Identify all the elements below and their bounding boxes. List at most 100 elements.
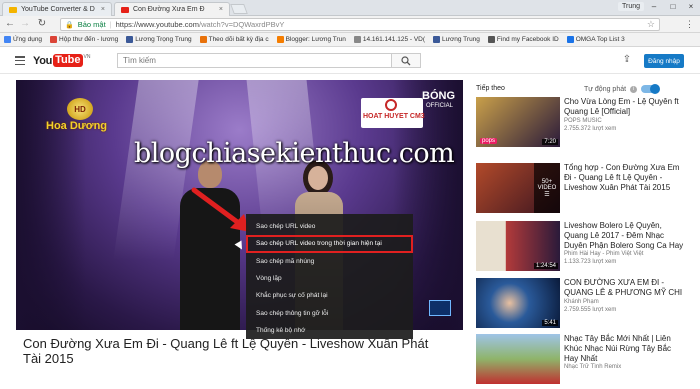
video-thumbnail[interactable]: 5:41	[476, 278, 560, 328]
view-count: 1.133.723 lượt xem	[564, 259, 617, 265]
address-bar[interactable]: 🔒 Bảo mật | https://www.youtube.com/watc…	[60, 18, 660, 31]
up-next-item[interactable]: 50+ VIDEO ☰ Tổng hợp - Con Đường Xưa Em …	[476, 163, 688, 218]
video-context-menu: Sao chép URL video Sao chép URL video tr…	[246, 214, 413, 339]
maximize-icon[interactable]: □	[664, 0, 682, 12]
video-title: Con Đường Xưa Em Đi - Quang Lê ft Lệ Quy…	[23, 336, 429, 366]
playlist-overlay: 50+ VIDEO ☰	[534, 163, 560, 213]
video-thumbnail[interactable]	[476, 334, 560, 384]
bookmark-label: Hộp thư đến - lương	[59, 36, 119, 43]
up-next-item[interactable]: 5:41 CON ĐƯỜNG XƯA EM ĐI -QUANG LÊ & PHƯ…	[476, 278, 688, 333]
show-logo-big-text: BÓNG	[422, 90, 455, 102]
bookmark-item[interactable]: Find my Facebook ID	[487, 36, 559, 43]
close-window-icon[interactable]: ×	[682, 0, 700, 12]
show-logo-small-text: OFFICIAL	[426, 103, 454, 109]
bookmark-item[interactable]: Lương Trung	[433, 36, 480, 43]
back-arrow-icon[interactable]: ←	[4, 18, 16, 30]
bookmark-label: Lương Trung	[442, 36, 480, 43]
up-next-item[interactable]: pops 7:20 Cho Vừa Lòng Em - Lệ Quyên ft …	[476, 97, 688, 152]
playlist-count: 50+ VIDEO	[537, 178, 557, 191]
autoplay-label: Tự động phát	[584, 85, 627, 93]
video-title[interactable]: Cho Vừa Lòng Em - Lệ Quyên ft Quang Lê […	[564, 97, 686, 117]
bookmark-item[interactable]: 14.161.141.125 - VD(	[353, 36, 426, 43]
video-title[interactable]: Nhạc Tây Bắc Mới Nhất | Liên Khúc Nhạc N…	[564, 334, 686, 364]
page-icon	[566, 36, 574, 43]
search-button[interactable]	[392, 53, 421, 68]
up-next-item[interactable]: Nhạc Tây Bắc Mới Nhất | Liên Khúc Nhạc N…	[476, 334, 688, 389]
hd-badge: HD	[67, 98, 93, 120]
menu-item-copy-embed-code[interactable]: Sao chép mã nhúng	[246, 253, 413, 270]
forward-arrow-icon[interactable]: →	[19, 18, 31, 30]
youtube-logo[interactable]: You Tube VN	[33, 54, 90, 67]
bookmark-item[interactable]: Hộp thư đến - lương	[50, 36, 118, 43]
show-logo: HOAT HUYET CM3	[361, 98, 425, 128]
video-title[interactable]: Liveshow Bolero Lệ Quyên, Quang Lê 2017 …	[564, 221, 686, 251]
menu-item-copy-video-url[interactable]: Sao chép URL video	[246, 218, 413, 235]
tab-label: YouTube Converter & D	[21, 6, 95, 13]
url-path: /watch?v=DQWaxrdPBvY	[198, 20, 285, 29]
autoplay-toggle[interactable]	[641, 84, 661, 94]
up-next-item[interactable]: 1:24:54 Liveshow Bolero Lệ Quyên, Quang …	[476, 221, 688, 276]
upload-icon[interactable]: ⇪	[621, 54, 633, 67]
info-icon[interactable]: i	[630, 85, 638, 93]
bookmark-item[interactable]: Blogger: Lương Trun	[276, 36, 346, 43]
menu-item-copy-debug-info[interactable]: Sao chép thông tin gỡ lỗi	[246, 304, 413, 321]
minimize-icon[interactable]: –	[645, 0, 663, 12]
browser-menu-icon[interactable]: ⋮	[685, 19, 694, 30]
channel-logo-text: Hoa Dương	[46, 120, 108, 132]
profile-chip[interactable]: Trung	[617, 2, 644, 11]
gmail-icon	[50, 36, 58, 43]
url-host: https://www.youtube.com	[115, 20, 199, 29]
youtube-favicon-icon	[121, 6, 129, 13]
video-title[interactable]: Tổng hợp - Con Đường Xưa Em Đi - Quang L…	[564, 163, 686, 193]
channel-name[interactable]: Khánh Phạm	[564, 299, 599, 305]
bookmark-label: Find my Facebook ID	[496, 36, 559, 43]
page-icon	[353, 36, 361, 43]
facebook-icon	[433, 36, 441, 43]
bookmark-label: 14.161.141.125 - VD(	[362, 36, 426, 43]
menu-item-loop[interactable]: Vòng lặp	[246, 270, 413, 287]
browser-toolbar: ← → ↻ 🔒 Bảo mật | https://www.youtube.co…	[0, 16, 700, 33]
menu-item-copy-video-url-at-time[interactable]: Sao chép URL video trong thời gian hiện …	[246, 235, 413, 253]
url-text: https://www.youtube.com/watch?v=DQWaxrdP…	[116, 20, 285, 29]
tab-label: Con Đường Xưa Em Đ	[133, 6, 205, 13]
tab-youtube-video[interactable]: Con Đường Xưa Em Đ ×	[114, 2, 230, 16]
show-logo-subtext: HOAT HUYET CM3	[363, 113, 425, 120]
search-input[interactable]: Tìm kiếm	[117, 53, 392, 68]
secure-label: Bảo mật	[77, 20, 106, 29]
bookmark-item[interactable]: Theo dõi bất kỳ địa c	[199, 36, 269, 43]
video-thumbnail[interactable]: 50+ VIDEO ☰	[476, 163, 560, 213]
bookmark-label: OMGA Top List 3	[575, 36, 625, 43]
male-singer	[180, 150, 240, 330]
hamburger-menu-icon[interactable]	[15, 56, 25, 65]
sign-in-button[interactable]: Đăng nhập	[644, 54, 684, 68]
pops-badge: pops	[480, 138, 498, 144]
tab-youtube-converter[interactable]: YouTube Converter & D ×	[2, 2, 112, 16]
channel-logo: HD Hoa Dương	[46, 98, 116, 138]
logo-tube-text: Tube	[53, 54, 83, 67]
reload-icon[interactable]: ↻	[36, 18, 48, 30]
bookmark-label: Blogger: Lương Trun	[285, 36, 346, 43]
playlist-icon: ☰	[544, 191, 550, 198]
video-thumbnail[interactable]: 1:24:54	[476, 221, 560, 271]
tab-close-icon[interactable]: ×	[219, 6, 223, 13]
channel-name[interactable]: Phim Hài Hay - Phim Việt Việt	[564, 251, 643, 257]
bookmark-item[interactable]: Lương Trọng Trung	[126, 36, 192, 43]
bookmark-icon	[199, 36, 207, 43]
tab-favicon	[9, 6, 17, 13]
facebook-icon	[126, 36, 134, 43]
bookmark-item[interactable]: Ứng dụng	[4, 36, 42, 43]
video-thumbnail[interactable]: pops 7:20	[476, 97, 560, 147]
bookmark-label: Lương Trọng Trung	[135, 36, 192, 43]
menu-item-troubleshoot-playback[interactable]: Khắc phục sự cố phát lại	[246, 287, 413, 304]
new-tab-button[interactable]	[230, 4, 248, 14]
channel-name[interactable]: POPS MUSIC	[564, 118, 602, 124]
video-title[interactable]: CON ĐƯỜNG XƯA EM ĐI -QUANG LÊ & PHƯƠNG M…	[564, 278, 686, 298]
show-logo-emblem	[385, 99, 397, 111]
channel-name[interactable]: Nhạc Trữ Tình Remix	[564, 364, 621, 370]
bookmark-star-icon[interactable]: ☆	[647, 19, 655, 30]
bookmark-item[interactable]: OMGA Top List 3	[566, 36, 625, 43]
blogger-icon	[276, 36, 284, 43]
browser-tab-strip: YouTube Converter & D × Con Đường Xưa Em…	[0, 0, 700, 16]
view-count: 2.759.555 lượt xem	[564, 307, 617, 313]
tab-close-icon[interactable]: ×	[101, 6, 105, 13]
